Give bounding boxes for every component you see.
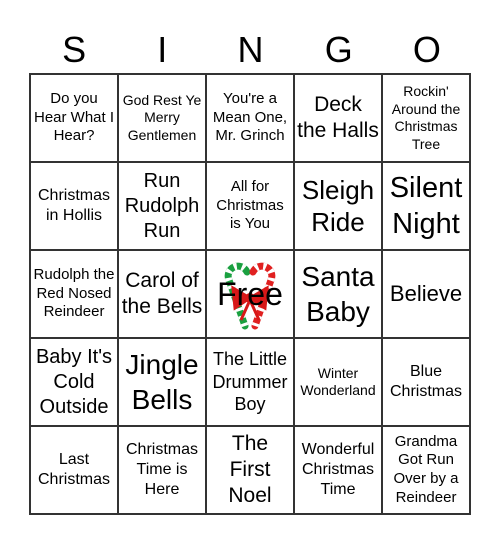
- bingo-cell[interactable]: Sleigh Ride: [294, 162, 382, 250]
- bingo-cell[interactable]: Wonderful Christmas Time: [294, 426, 382, 514]
- header-letter: N: [237, 29, 264, 70]
- cell-text: Rudolph the Red Nosed Reindeer: [33, 265, 115, 321]
- free-space-cell[interactable]: Free: [206, 250, 294, 338]
- bingo-cell[interactable]: The First Noel: [206, 426, 294, 514]
- bingo-cell[interactable]: Santa Baby: [294, 250, 382, 338]
- cell-text: Run Rudolph Run: [124, 169, 200, 242]
- cell-text: Christmas Time is Here: [125, 441, 198, 498]
- cell-text: Blue Christmas: [389, 363, 462, 400]
- bingo-cell[interactable]: Deck the Halls: [294, 74, 382, 162]
- cell-text: Christmas in Hollis: [37, 187, 110, 224]
- cell-text: Baby It's Cold Outside: [35, 345, 113, 418]
- header-letter: G: [324, 29, 353, 70]
- bingo-cell[interactable]: Carol of the Bells: [118, 250, 206, 338]
- cell-text: Sleigh Ride: [301, 174, 375, 238]
- bingo-cell[interactable]: Rudolph the Red Nosed Reindeer: [30, 250, 118, 338]
- cell-text: Jingle Bells: [125, 349, 199, 415]
- header-letter: O: [412, 29, 441, 70]
- cell-text: Santa Baby: [301, 261, 375, 327]
- cell-text: Wonderful Christmas Time: [301, 441, 375, 498]
- bingo-cell[interactable]: Believe: [382, 250, 470, 338]
- bingo-cell[interactable]: Christmas in Hollis: [30, 162, 118, 250]
- cell-text: The Little Drummer Boy: [212, 349, 288, 415]
- cell-text: Do you Hear What I Hear?: [33, 89, 115, 145]
- bingo-cell[interactable]: Last Christmas: [30, 426, 118, 514]
- cell-text: Silent Night: [389, 171, 463, 240]
- bingo-cell[interactable]: Christmas Time is Here: [118, 426, 206, 514]
- header-letter: I: [157, 29, 168, 70]
- cell-text: Free: [217, 276, 283, 312]
- header-letter: S: [62, 29, 87, 70]
- bingo-cell[interactable]: You're a Mean One, Mr. Grinch: [206, 74, 294, 162]
- bingo-cell[interactable]: Baby It's Cold Outside: [30, 338, 118, 426]
- bingo-cell[interactable]: Rockin' Around the Christmas Tree: [382, 74, 470, 162]
- bingo-cell[interactable]: Winter Wonderland: [294, 338, 382, 426]
- bingo-cell[interactable]: Do you Hear What I Hear?: [30, 74, 118, 162]
- cell-text: You're a Mean One, Mr. Grinch: [212, 89, 288, 145]
- cell-text: Carol of the Bells: [121, 268, 203, 318]
- cell-text: All for Christmas is You: [216, 177, 284, 233]
- cell-text: The First Noel: [228, 431, 272, 508]
- cell-text: Deck the Halls: [297, 92, 379, 142]
- bingo-grid: Do you Hear What I Hear? God Rest Ye Merr…: [29, 73, 471, 515]
- bingo-cell[interactable]: All for Christmas is You: [206, 162, 294, 250]
- cell-text: Rockin' Around the Christmas Tree: [391, 83, 461, 152]
- bingo-cell[interactable]: Jingle Bells: [118, 338, 206, 426]
- bingo-cell[interactable]: Blue Christmas: [382, 338, 470, 426]
- cell-text: Last Christmas: [37, 451, 110, 488]
- bingo-header: S I N G O: [30, 28, 471, 72]
- cell-text: Believe: [389, 281, 463, 307]
- cell-text: God Rest Ye Merry Gentlemen: [122, 91, 202, 143]
- cell-text: Winter Wonderland: [300, 364, 376, 399]
- bingo-cell[interactable]: God Rest Ye Merry Gentlemen: [118, 74, 206, 162]
- bingo-cell[interactable]: Run Rudolph Run: [118, 162, 206, 250]
- bingo-cell[interactable]: The Little Drummer Boy: [206, 338, 294, 426]
- cell-text: Grandma Got Run Over by a Reindeer: [393, 432, 459, 506]
- bingo-cell[interactable]: Silent Night: [382, 162, 470, 250]
- bingo-cell[interactable]: Grandma Got Run Over by a Reindeer: [382, 426, 470, 514]
